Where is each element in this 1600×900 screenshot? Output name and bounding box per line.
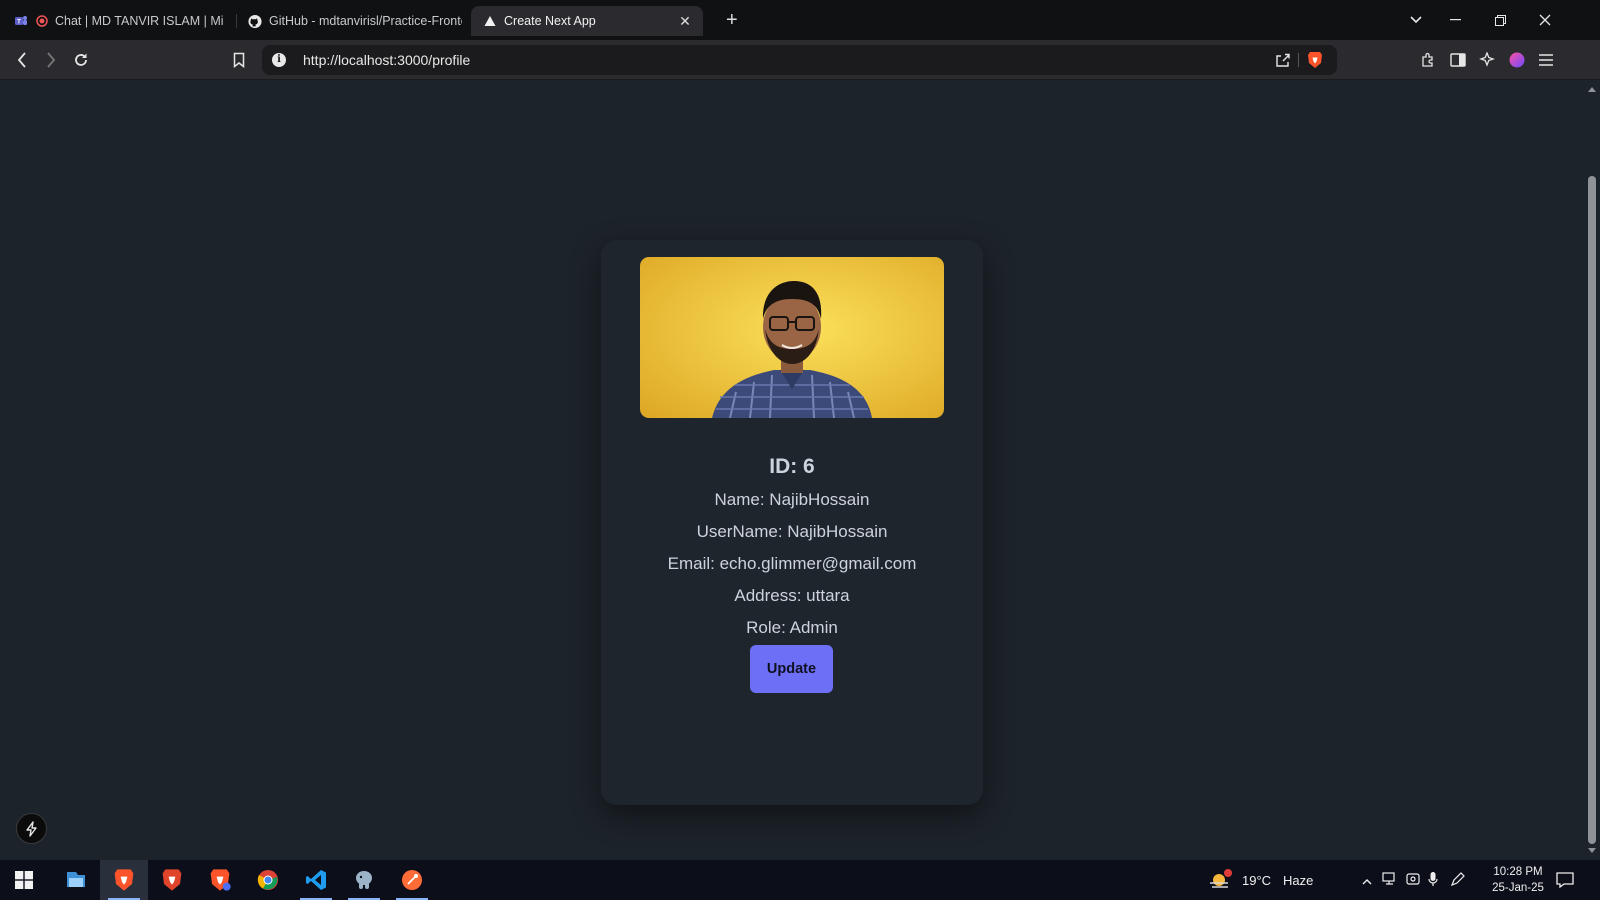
update-button[interactable]: Update bbox=[750, 645, 833, 693]
clock-time: 10:28 PM bbox=[1493, 866, 1543, 878]
profile-username: UserName: NajibHossain bbox=[696, 522, 888, 541]
brave-shields-icon[interactable] bbox=[1307, 51, 1323, 74]
weather-description: Haze bbox=[1283, 872, 1314, 888]
leo-ai-icon[interactable] bbox=[1475, 48, 1499, 72]
windows-taskbar: 19°C Haze 10:28 PM 25-Jan-25 bbox=[0, 860, 1600, 900]
vpn-icon[interactable] bbox=[1505, 48, 1529, 72]
microphone-icon[interactable] bbox=[1428, 871, 1438, 890]
show-hidden-icons-chevron-icon[interactable] bbox=[1358, 873, 1376, 888]
vscode-icon[interactable] bbox=[292, 860, 340, 900]
tab-title: Create Next App bbox=[504, 14, 596, 28]
profile-role: Role: Admin bbox=[746, 618, 838, 637]
nextjs-icon bbox=[483, 14, 497, 28]
close-tab-icon[interactable]: ✕ bbox=[677, 13, 693, 29]
site-info-icon[interactable]: i bbox=[272, 53, 286, 67]
tab-title: GitHub - mdtanvirisl/Practice-Fronte bbox=[269, 14, 462, 28]
windows-start-icon[interactable] bbox=[0, 860, 48, 900]
lightning-icon bbox=[25, 820, 37, 837]
clock-date: 25-Jan-25 bbox=[1492, 882, 1544, 894]
minimize-icon[interactable] bbox=[1443, 8, 1467, 32]
forward-icon[interactable] bbox=[39, 48, 63, 72]
profile-email: Email: echo.glimmer@gmail.com bbox=[667, 554, 917, 573]
tab-search-chevron-icon[interactable] bbox=[1404, 8, 1428, 32]
file-explorer-icon[interactable] bbox=[52, 860, 100, 900]
new-tab-button[interactable]: + bbox=[726, 9, 738, 31]
brave-icon[interactable] bbox=[100, 860, 148, 900]
url-text: http://localhost:3000/profile bbox=[303, 52, 471, 68]
pen-icon[interactable] bbox=[1450, 871, 1466, 890]
close-window-icon[interactable] bbox=[1533, 8, 1557, 32]
scrollbar-thumb[interactable] bbox=[1588, 176, 1596, 844]
camera-icon[interactable] bbox=[1406, 872, 1420, 889]
taskbar-clock[interactable]: 10:28 PM 25-Jan-25 bbox=[1488, 864, 1548, 896]
profile-name: Name: NajibHossain bbox=[714, 490, 870, 509]
share-icon[interactable] bbox=[1275, 52, 1291, 73]
system-tray bbox=[1358, 860, 1466, 900]
tab-bar: T Chat | MD TANVIR ISLAM | Micr GitHub -… bbox=[0, 0, 1600, 40]
profile-id: ID: 6 bbox=[769, 455, 815, 478]
back-icon[interactable] bbox=[10, 48, 34, 72]
page-viewport: ID: 6 Name: NajibHossain UserName: Najib… bbox=[0, 80, 1584, 860]
brave-nightly-icon[interactable] bbox=[196, 860, 244, 900]
profile-photo bbox=[640, 257, 944, 418]
page-scrollbar[interactable] bbox=[1584, 80, 1600, 860]
tab-title: Chat | MD TANVIR ISLAM | Micr bbox=[55, 14, 224, 28]
profile-address: Address: uttara bbox=[734, 586, 850, 605]
github-icon bbox=[248, 14, 262, 28]
brave-beta-icon[interactable] bbox=[148, 860, 196, 900]
profile-card: ID: 6 Name: NajibHossain UserName: Najib… bbox=[601, 240, 983, 805]
teams-icon: T bbox=[14, 14, 28, 28]
nextjs-dev-tools-button[interactable] bbox=[16, 813, 47, 844]
menu-icon[interactable] bbox=[1534, 48, 1558, 72]
weather-haze-icon bbox=[1210, 869, 1232, 888]
tab-divider bbox=[236, 14, 237, 28]
tab-teams-chat[interactable]: T Chat | MD TANVIR ISLAM | Micr bbox=[14, 6, 224, 36]
network-icon[interactable] bbox=[1382, 871, 1398, 889]
bookmark-icon[interactable] bbox=[227, 48, 251, 72]
recording-icon bbox=[35, 14, 49, 28]
reload-icon[interactable] bbox=[69, 48, 93, 72]
svg-text:T: T bbox=[17, 20, 21, 26]
chrome-icon[interactable] bbox=[244, 860, 292, 900]
address-bar[interactable]: i http://localhost:3000/profile bbox=[262, 45, 1337, 75]
restore-icon[interactable] bbox=[1488, 8, 1512, 32]
extensions-icon[interactable] bbox=[1416, 48, 1440, 72]
postman-icon[interactable] bbox=[388, 860, 436, 900]
scroll-up-arrow-icon[interactable] bbox=[1588, 87, 1596, 92]
scroll-down-arrow-icon[interactable] bbox=[1588, 848, 1596, 853]
sidebar-icon[interactable] bbox=[1446, 48, 1470, 72]
tab-github[interactable]: GitHub - mdtanvirisl/Practice-Fronte bbox=[248, 6, 462, 36]
urlbar-divider bbox=[1298, 53, 1299, 67]
notification-center-icon[interactable] bbox=[1556, 860, 1574, 900]
weather-temperature: 19°C bbox=[1242, 872, 1272, 888]
tab-create-next-app[interactable]: Create Next App ✕ bbox=[471, 6, 703, 36]
pgadmin-icon[interactable] bbox=[340, 860, 388, 900]
weather-widget[interactable]: 19°C Haze bbox=[1208, 860, 1313, 900]
navigation-bar: i http://localhost:3000/profile bbox=[0, 40, 1600, 80]
